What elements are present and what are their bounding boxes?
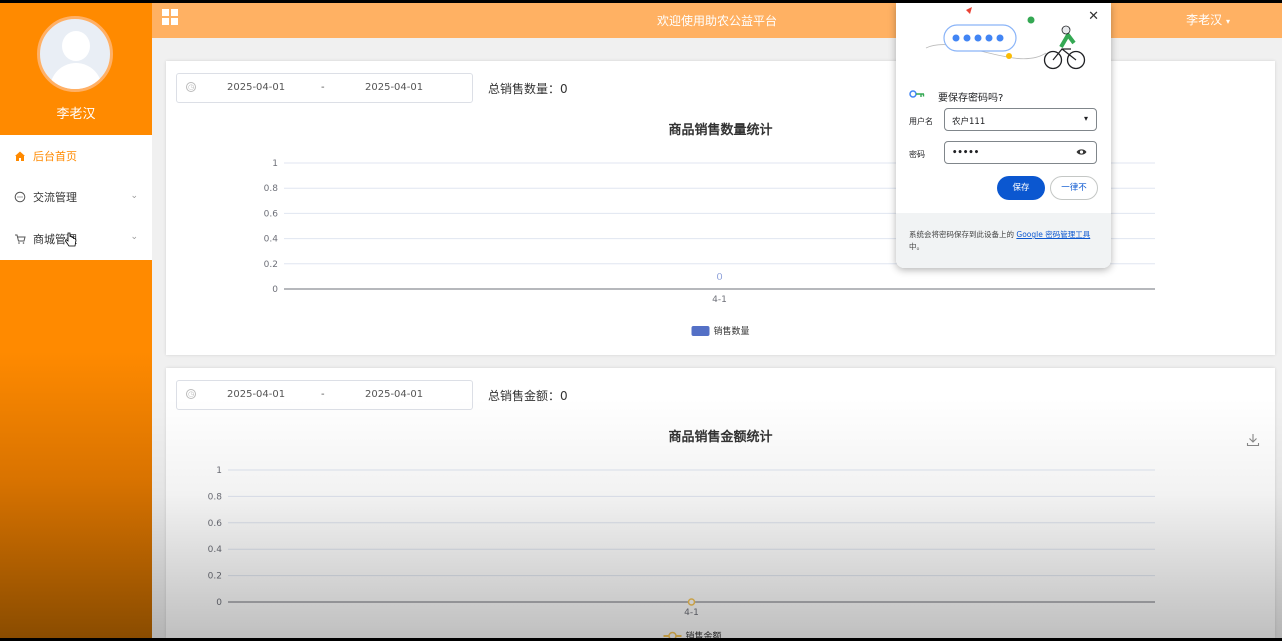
line-point xyxy=(687,598,696,606)
dialog-question: 要保存密码吗? xyxy=(938,93,1004,104)
date-range-picker[interactable]: ◷ 2025-04-01 - 2025-04-01 xyxy=(176,73,473,103)
sidebar-item-home[interactable]: 后台首页 xyxy=(0,135,152,177)
save-button[interactable]: 保存 xyxy=(997,176,1045,200)
sidebar-username: 李老汉 xyxy=(56,107,96,122)
top-header: 欢迎使用助农公益平台 李老汉 ▾ xyxy=(152,3,1282,38)
sidebar: 李老汉 后台首页 交流管理 ⌄ 商城管理 ⌄ xyxy=(0,3,152,638)
data-label: 0 xyxy=(716,272,722,283)
y-tick-label: 0.2 xyxy=(264,260,278,270)
cart-icon xyxy=(14,233,26,245)
page-title: 欢迎使用助农公益平台 xyxy=(656,14,777,28)
start-date-input[interactable]: 2025-04-01 xyxy=(227,82,285,93)
username-label: 用户名 xyxy=(909,117,933,126)
close-icon[interactable]: ✕ xyxy=(1088,9,1099,24)
chevron-down-icon: ▾ xyxy=(1225,17,1230,26)
y-tick-label: 0.4 xyxy=(264,235,279,245)
legend-swatch xyxy=(691,326,710,336)
y-tick-label: 0.6 xyxy=(208,519,223,529)
user-menu[interactable]: 李老汉 ▾ xyxy=(1186,11,1230,28)
dialog-footer: 系统会将密码保存到此设备上的 Google 密码管理工具中。 xyxy=(896,213,1111,268)
total-quantity: 总销售数量：0 xyxy=(488,82,568,96)
sidebar-item-label: 后台首页 xyxy=(33,149,77,163)
y-tick-label: 0 xyxy=(272,285,278,295)
chevron-down-icon: ⌄ xyxy=(130,232,138,243)
sales-amount-card: ◷ 2025-04-01 - 2025-04-01 总销售金额：0 商品销售金额… xyxy=(166,368,1275,638)
sales-amount-chart: 0 0.2 0.4 0.6 0.8 1 4-1 销售金额 xyxy=(208,466,1155,638)
y-tick-label: 0 xyxy=(216,598,222,608)
password-illustration xyxy=(925,7,1086,70)
y-tick-label: 0.8 xyxy=(208,492,223,502)
password-field[interactable]: ••••• xyxy=(944,141,1097,164)
never-button[interactable]: 一律不 xyxy=(1050,176,1098,200)
legend-swatch-point xyxy=(668,631,677,638)
y-tick-label: 1 xyxy=(216,466,222,476)
footer-text: 系统会将密码保存到此设备上的 xyxy=(909,230,1017,239)
dropdown-arrow-icon: ▾ xyxy=(1083,114,1088,123)
footer-end: 中。 xyxy=(909,242,924,251)
username-value: 农户111 xyxy=(952,117,986,127)
chat-icon xyxy=(14,191,26,203)
y-tick-label: 0.6 xyxy=(264,209,279,219)
x-tick-label: 4-1 xyxy=(712,295,727,305)
legend-label: 销售金额 xyxy=(686,630,722,638)
end-date-input[interactable]: 2025-04-01 xyxy=(365,82,423,93)
legend-label: 销售数量 xyxy=(714,325,750,337)
username-field[interactable]: 农户111 ▾ xyxy=(944,108,1097,131)
y-tick-label: 1 xyxy=(272,159,278,169)
y-tick-label: 0.2 xyxy=(208,572,222,582)
sidebar-item-exchange[interactable]: 交流管理 ⌄ xyxy=(0,177,152,219)
password-manager-link[interactable]: Google 密码管理工具 xyxy=(1016,230,1090,239)
app-window: 李老汉 后台首页 交流管理 ⌄ 商城管理 ⌄ 欢迎使用助农公益平台 李老汉 ▾ … xyxy=(0,3,1282,638)
header-username: 李老汉 xyxy=(1186,13,1223,27)
eye-icon[interactable] xyxy=(1076,148,1087,159)
hand-cursor-icon xyxy=(65,232,77,247)
y-tick-label: 0.8 xyxy=(264,184,279,194)
password-label: 密码 xyxy=(909,150,925,159)
clock-icon: ◷ xyxy=(186,82,196,92)
sidebar-item-label: 交流管理 xyxy=(33,191,77,205)
y-tick-label: 0.4 xyxy=(208,545,223,555)
date-separator: - xyxy=(321,82,325,93)
avatar[interactable] xyxy=(37,16,113,92)
save-password-dialog: ✕ 要保存密码吗? 用户名 农户111 ▾ 密码 ••••• 保存 一律不 系统… xyxy=(896,3,1111,268)
key-icon xyxy=(909,90,925,101)
password-value: ••••• xyxy=(952,148,980,158)
home-icon xyxy=(14,150,26,162)
x-tick-label: 4-1 xyxy=(684,608,699,618)
chevron-down-icon: ⌄ xyxy=(130,190,138,201)
profile: 李老汉 xyxy=(0,3,152,135)
